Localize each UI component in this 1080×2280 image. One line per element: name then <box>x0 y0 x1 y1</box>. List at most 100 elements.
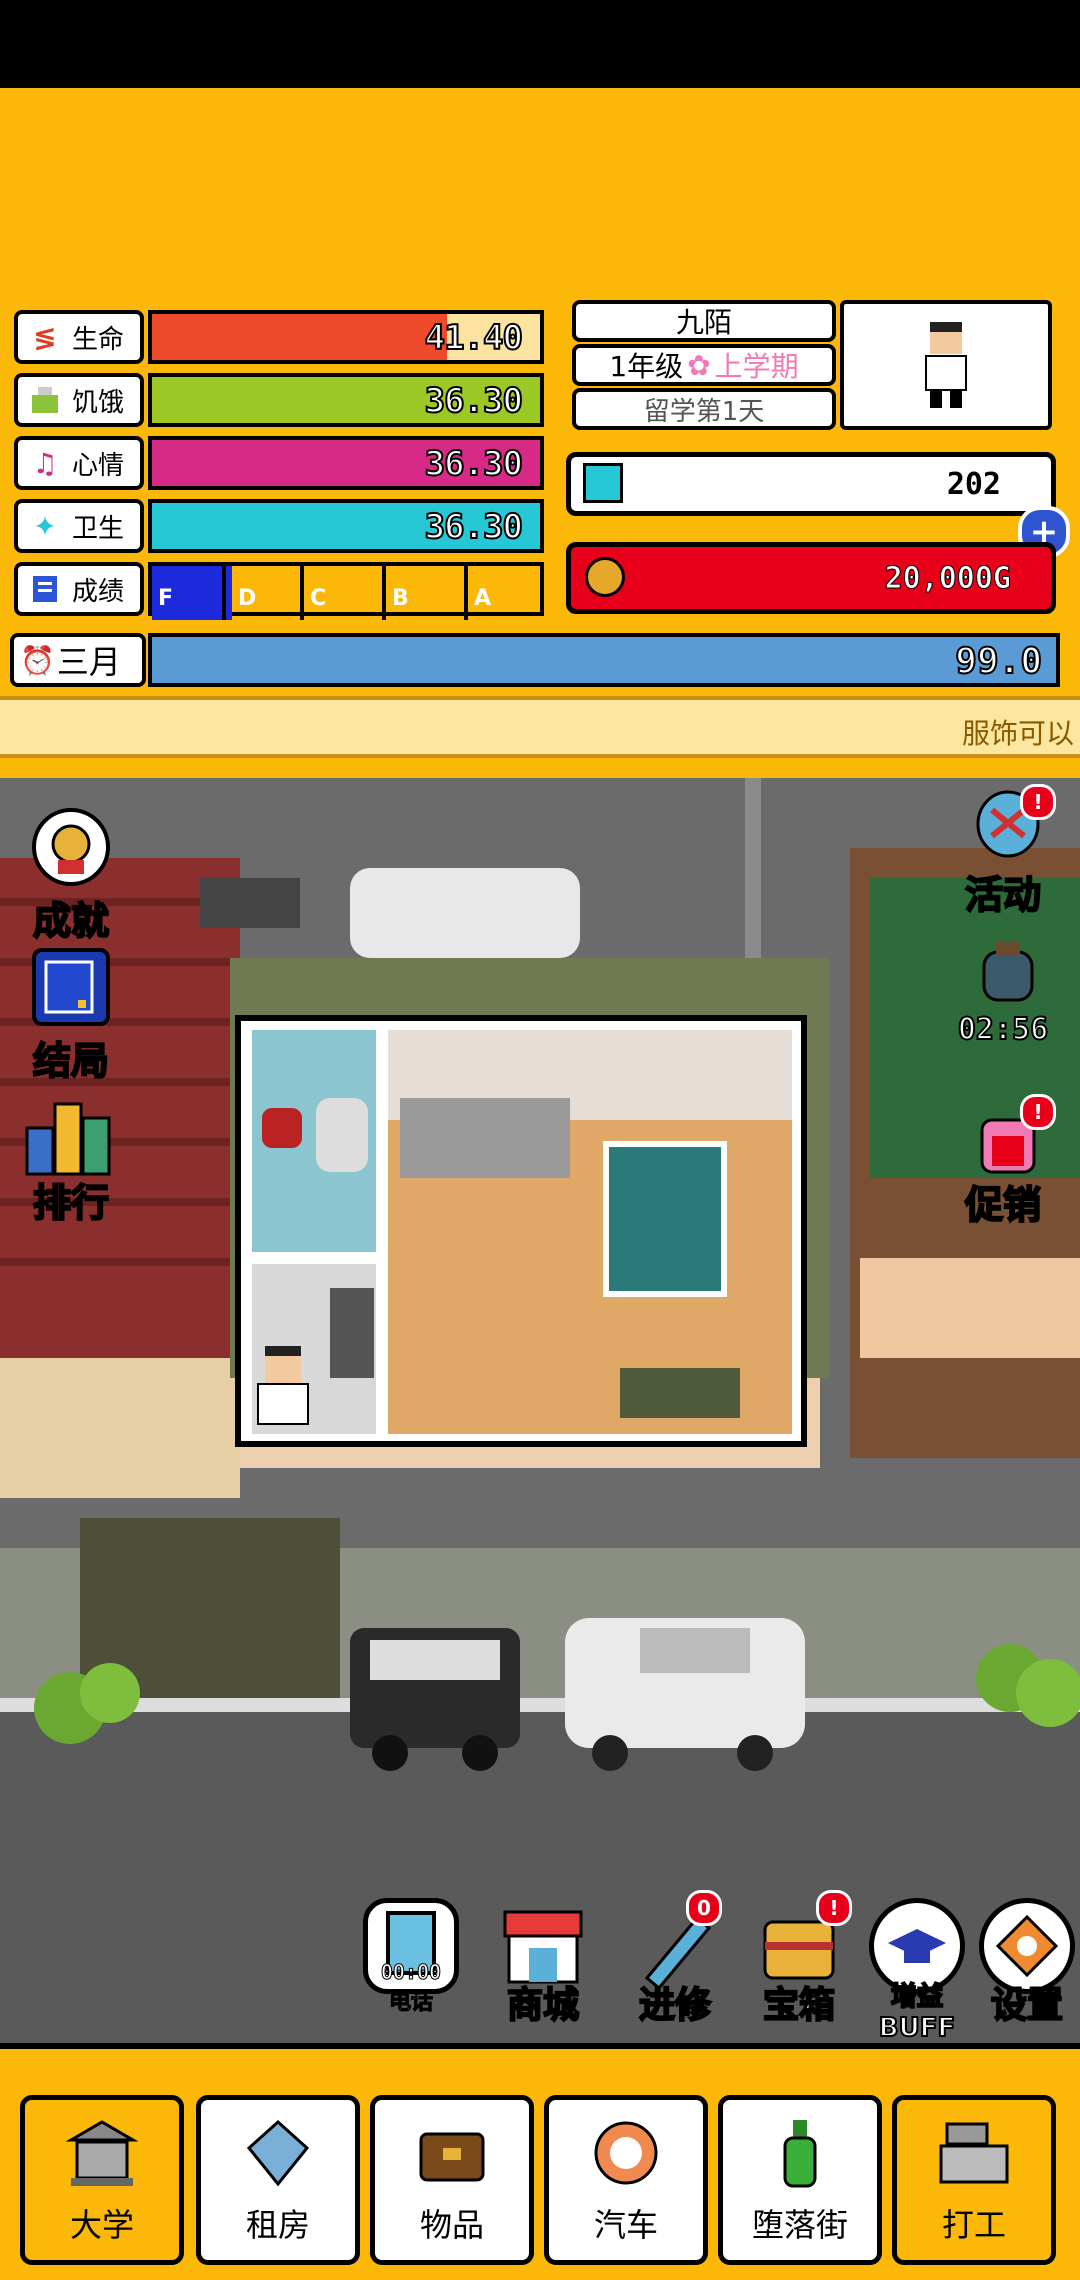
side-button-label: 促销 <box>964 1182 1042 1228</box>
side-button-label: 成就 <box>32 898 110 944</box>
side-button-label: 结局 <box>32 1038 110 1084</box>
gold-value: 20,000G <box>884 561 1011 597</box>
month-row: ⏰ 三月 99.0 <box>10 633 1060 689</box>
stat-row-grades: 成绩 F D C B A <box>14 562 544 620</box>
side-button-label: 排行 <box>32 1180 110 1226</box>
cash-register-icon <box>937 2118 1011 2188</box>
stat-bar: 36.30 <box>148 373 544 427</box>
stat-label: 卫生 <box>72 513 125 544</box>
stat-label-box: ✦ 卫生 <box>14 499 144 553</box>
ranking-button[interactable]: 排行 <box>16 1098 126 1227</box>
music-note-icon: ♫ <box>32 446 58 480</box>
month-progress-bar: 99.0 <box>148 633 1060 687</box>
nav-label: 汽车 <box>593 2206 658 2244</box>
stat-bar-fill <box>152 314 447 360</box>
grade-c: C <box>304 566 386 620</box>
stat-row-health: ≶ 生命 41.40 <box>14 310 544 368</box>
study-button[interactable]: 0 进修 <box>620 1890 730 2028</box>
settings-button[interactable]: 设置 <box>974 1898 1080 2028</box>
gold-counter: 20,000G <box>566 542 1056 614</box>
dock-label: 商城 <box>506 1984 580 2027</box>
university-icon <box>65 2118 139 2188</box>
notification-badge: 0 <box>686 1890 722 1926</box>
dock-label: 宝箱 <box>762 1984 836 2027</box>
term-label: 上学期 <box>714 350 799 383</box>
nav-items[interactable]: 物品 <box>370 2095 534 2265</box>
grade-a: A <box>474 586 492 611</box>
stat-label: 生命 <box>72 324 125 355</box>
stat-label-box: 饥饿 <box>14 373 144 427</box>
dock-label: 增益BUFF <box>878 1981 956 2043</box>
avatar[interactable] <box>840 300 1052 430</box>
nav-university[interactable]: 大学 <box>20 2095 184 2265</box>
bottom-nav: 大学 租房 物品 汽车 堕落街 打工 <box>0 2043 1080 2280</box>
nav-work[interactable]: 打工 <box>892 2095 1056 2265</box>
grade-f: F <box>152 566 226 620</box>
stat-row-mood: ♫ 心情 36.30 <box>14 436 544 494</box>
stat-value: 41.40 <box>424 317 524 359</box>
phone-time: 00:00 <box>380 1960 442 1985</box>
grade-d: D <box>226 566 304 620</box>
stat-value: 36.30 <box>424 506 524 548</box>
nav-car[interactable]: 汽车 <box>544 2095 708 2265</box>
nav-sin-street[interactable]: 堕落街 <box>718 2095 882 2265</box>
promotion-button[interactable]: ! 促销 <box>948 1094 1058 1229</box>
buff-button[interactable]: 增益BUFF <box>862 1898 972 2043</box>
bowl-icon <box>26 381 64 419</box>
ticker-text: 服饰可以 <box>961 717 1074 750</box>
gold-coin-icon <box>585 557 625 597</box>
stat-label-box: ♫ 心情 <box>14 436 144 490</box>
droplet-icon: ✦ <box>33 509 57 543</box>
study-day: 留学第1天 <box>572 388 836 430</box>
school-term: 1年级 ✿ 上学期 <box>572 344 836 386</box>
achievements-button[interactable]: 成就 <box>16 808 126 945</box>
medal-icon <box>32 808 110 886</box>
car-wheel-icon <box>589 2118 663 2188</box>
stat-bar: 41.40 <box>148 310 544 364</box>
notification-badge: ! <box>1020 1094 1056 1130</box>
bag-icon <box>415 2118 489 2188</box>
month-value: 99.0 <box>954 640 1043 683</box>
nav-label: 大学 <box>69 2206 134 2244</box>
nav-label: 物品 <box>419 2206 484 2244</box>
gem-counter: 202 <box>566 452 1056 516</box>
nav-rent[interactable]: 租房 <box>196 2095 360 2265</box>
news-ticker[interactable]: 服饰可以 <box>0 696 1080 758</box>
grade-level: 1年级 <box>609 350 684 383</box>
hud-panel: ≶ 生命 41.40 饥饿 36.30 ♫ 心情 36.30 ✦ 卫生 36.3… <box>0 88 1080 778</box>
treasure-chest-button[interactable]: ! 宝箱 <box>744 1890 854 2028</box>
month-label-box: ⏰ 三月 <box>10 633 146 687</box>
house-icon <box>241 2118 315 2188</box>
month-label: 三月 <box>56 643 121 681</box>
gem-icon <box>583 463 623 503</box>
stat-bar: 36.30 <box>148 436 544 490</box>
stat-value: 36.30 <box>424 443 524 485</box>
stat-label: 心情 <box>72 450 125 481</box>
phone-button[interactable]: 00:00 电话 <box>356 1898 466 2016</box>
report-icon <box>26 570 64 608</box>
player-name: 九陌 <box>572 300 836 342</box>
character-avatar-icon <box>925 322 967 408</box>
shop-button[interactable]: 商城 <box>488 1898 598 2028</box>
stat-label: 饥饿 <box>72 387 125 418</box>
stat-label: 成绩 <box>72 576 125 607</box>
timed-gift-button[interactable]: 02:56 <box>948 938 1058 1048</box>
grade-b: B <box>386 566 468 620</box>
endings-button[interactable]: 结局 <box>16 948 126 1085</box>
ranking-books-icon <box>25 1098 111 1176</box>
gift-sack-icon <box>968 938 1038 1008</box>
grade-bar: F D C B A <box>148 562 544 620</box>
heart-bolt-icon: ≶ <box>33 320 57 354</box>
book-icon <box>32 948 110 1026</box>
gift-timer: 02:56 <box>957 1011 1049 1048</box>
notification-badge: ! <box>1020 784 1056 820</box>
nav-label: 堕落街 <box>751 2206 848 2244</box>
events-button[interactable]: ! 活动 <box>948 784 1058 919</box>
status-bar <box>0 0 1080 88</box>
stat-row-hygiene: ✦ 卫生 36.30 <box>14 499 544 557</box>
dock-label: 设置 <box>990 1984 1064 2027</box>
stat-value: 36.30 <box>424 380 524 422</box>
nav-label: 租房 <box>245 2206 310 2244</box>
side-button-label: 活动 <box>964 872 1042 918</box>
stat-row-hunger: 饥饿 36.30 <box>14 373 544 431</box>
